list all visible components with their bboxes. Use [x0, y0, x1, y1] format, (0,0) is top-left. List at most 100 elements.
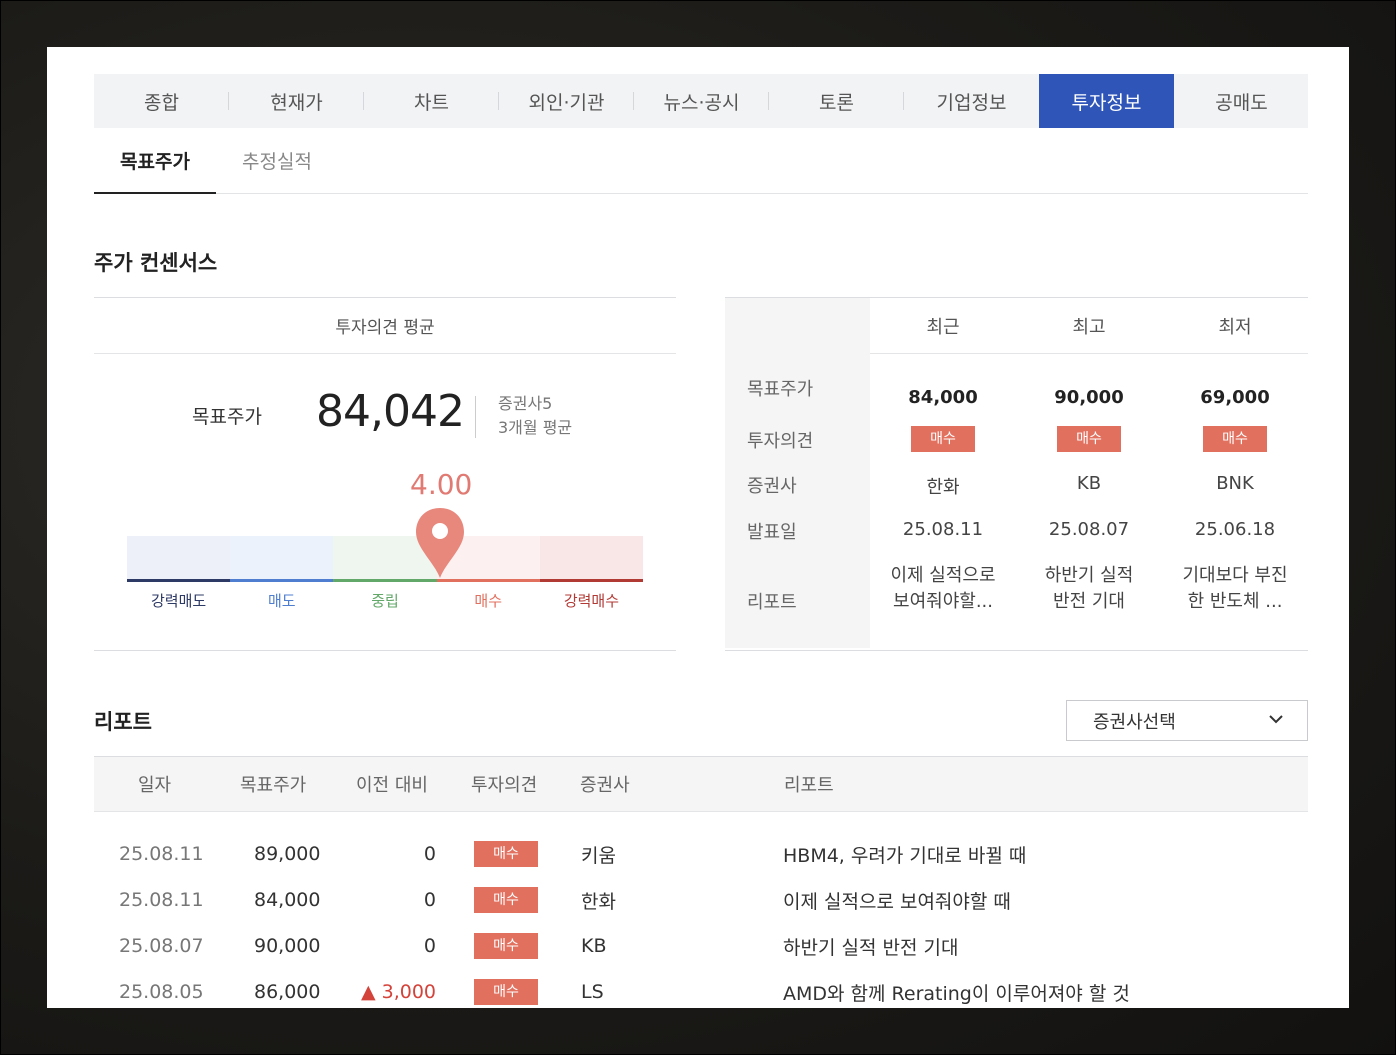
header-change: 이전 대비	[356, 775, 428, 796]
report-line: 하반기 실적	[1044, 565, 1134, 586]
tab-summary[interactable]: 종합	[94, 74, 229, 128]
content-panel: 종합 현재가 차트 외인·기관 뉴스·공시 토론 기업정보 투자정보 공매도 목…	[47, 47, 1349, 1008]
report-line: 기대보다 부진	[1182, 565, 1288, 586]
reports-table-header: 일자 목표주가 이전 대비 투자의견 증권사 리포트	[94, 756, 1308, 812]
target-price-label: 목표주가	[192, 406, 262, 428]
row-broker: 키움	[581, 844, 616, 867]
lowest-price: 69,000	[1200, 387, 1270, 408]
broker-select-dropdown[interactable]: 증권사선택	[1066, 700, 1308, 741]
broker-select-label: 증권사선택	[1093, 711, 1176, 733]
tab-short-selling[interactable]: 공매도	[1174, 74, 1309, 128]
row-change-up: ▲ 3,000	[360, 981, 436, 1003]
consensus-title: 주가 컨센서스	[94, 251, 218, 275]
scale-label-strong-buy: 강력매수	[563, 592, 620, 610]
consensus-average-header: 투자의견 평균	[94, 298, 676, 354]
broker-count: 증권사5	[498, 394, 553, 413]
tab-company-info[interactable]: 기업정보	[904, 74, 1039, 128]
opinion-badge: 매수	[911, 426, 975, 452]
scale-segment-sell	[230, 536, 334, 582]
lowest-broker: BNK	[1216, 473, 1254, 494]
opinion-badge: 매수	[474, 933, 538, 959]
report-line: 보여줘야할...	[893, 591, 993, 612]
opinion-badge: 매수	[474, 887, 538, 913]
scale-segment-strong-sell	[127, 536, 231, 582]
opinion-badge: 매수	[1057, 426, 1121, 452]
header-opinion: 투자의견	[471, 775, 538, 796]
row-broker: LS	[581, 981, 604, 1003]
sub-tab-bar: 목표주가 추정실적	[94, 128, 1308, 194]
row-label-target-price: 목표주가	[747, 379, 814, 400]
row-label-date: 발표일	[747, 522, 797, 543]
row-opinion: 매수	[474, 877, 538, 923]
opinion-badge: 매수	[474, 841, 538, 867]
row-target-price: 86,000	[254, 981, 321, 1003]
report-line: 반전 기대	[1053, 591, 1125, 612]
row-report-link[interactable]: 하반기 실적 반전 기대	[783, 923, 958, 969]
col-highest: 최고	[1072, 316, 1106, 338]
latest-price: 84,000	[908, 387, 978, 408]
row-report-link[interactable]: HBM4, 우려가 기대로 바뀔 때	[783, 831, 1026, 877]
scale-label-sell: 매도	[268, 592, 296, 610]
report-line: 한 반도체 ...	[1187, 591, 1283, 612]
latest-date: 25.08.11	[902, 519, 984, 540]
opinion-badge: 매수	[1203, 426, 1267, 452]
row-label-opinion: 투자의견	[747, 431, 814, 452]
header-date: 일자	[138, 775, 172, 796]
lowest-report-link[interactable]: 기대보다 부진 한 반도체 ...	[1162, 563, 1308, 615]
latest-opinion: 매수	[870, 426, 1016, 452]
average-period: 3개월 평균	[498, 418, 573, 437]
row-date: 25.08.07	[119, 935, 204, 957]
tab-news[interactable]: 뉴스·공시	[634, 74, 769, 128]
opinion-scale-labels: 강력매도 매도 중립 매수 강력매수	[127, 590, 643, 611]
scale-segment-strong-buy	[539, 536, 644, 582]
table-row: 25.08.11 84,000 0 매수 한화 이제 실적으로 보여줘야할 때	[94, 877, 1308, 923]
row-opinion: 매수	[474, 969, 538, 1008]
scale-label-neutral: 중립	[371, 592, 399, 610]
col-lowest: 최저	[1218, 316, 1252, 338]
opinion-badge: 매수	[474, 979, 538, 1005]
lowest-date: 25.06.18	[1194, 519, 1276, 540]
row-target-price: 90,000	[254, 935, 321, 957]
highest-date: 25.08.07	[1048, 519, 1130, 540]
row-change: 0	[423, 843, 436, 865]
header-broker: 증권사	[580, 775, 630, 796]
header-target-price: 목표주가	[240, 775, 307, 796]
divider	[475, 396, 476, 438]
row-date: 25.08.05	[119, 981, 204, 1003]
row-change: 0	[423, 889, 436, 911]
table-row: 25.08.05 86,000 ▲ 3,000 매수 LS AMD와 함께 Re…	[94, 969, 1308, 1008]
opinion-score: 4.00	[410, 468, 473, 501]
row-date: 25.08.11	[119, 889, 204, 911]
highest-report-link[interactable]: 하반기 실적 반전 기대	[1016, 563, 1162, 615]
main-tab-bar: 종합 현재가 차트 외인·기관 뉴스·공시 토론 기업정보 투자정보 공매도	[94, 74, 1308, 128]
tab-investment-info[interactable]: 투자정보	[1039, 74, 1174, 128]
latest-report-link[interactable]: 이제 실적으로 보여줘야할...	[870, 563, 1016, 615]
row-opinion: 매수	[474, 831, 538, 877]
row-target-price: 84,000	[254, 889, 321, 911]
tab-target-price[interactable]: 목표주가	[94, 128, 216, 194]
highest-opinion: 매수	[1016, 426, 1162, 452]
tab-chart[interactable]: 차트	[364, 74, 499, 128]
row-report-link[interactable]: 이제 실적으로 보여줘야할 때	[783, 877, 1011, 923]
consensus-average-box: 투자의견 평균 목표주가 84,042 증권사5 3개월 평균 4.00 강력매…	[94, 297, 676, 651]
reports-title: 리포트	[94, 710, 152, 734]
tab-foreign-institution[interactable]: 외인·기관	[499, 74, 634, 128]
row-broker: 한화	[581, 890, 616, 913]
row-date: 25.08.11	[119, 843, 204, 865]
opinion-scale	[127, 536, 644, 582]
header-report: 리포트	[784, 775, 834, 796]
row-report-link[interactable]: AMD와 함께 Rerating이 이루어져야 할 것	[783, 969, 1130, 1008]
target-price-value: 84,042	[316, 386, 465, 437]
latest-broker: 한화	[926, 477, 960, 498]
row-label-broker: 증권사	[747, 476, 797, 497]
highest-broker: KB	[1076, 473, 1102, 494]
consensus-summary-table: 최근 최고 최저 목표주가 투자의견 증권사 발표일 리포트 84,000 매수…	[725, 297, 1308, 651]
tab-estimated-earnings[interactable]: 추정실적	[216, 128, 338, 193]
row-target-price: 89,000	[254, 843, 321, 865]
tab-current-price[interactable]: 현재가	[229, 74, 364, 128]
row-opinion: 매수	[474, 923, 538, 969]
map-pin-icon	[416, 508, 464, 578]
summary-table-header: 최근 최고 최저	[870, 298, 1308, 354]
tab-discussion[interactable]: 토론	[769, 74, 904, 128]
highest-price: 90,000	[1054, 387, 1124, 408]
